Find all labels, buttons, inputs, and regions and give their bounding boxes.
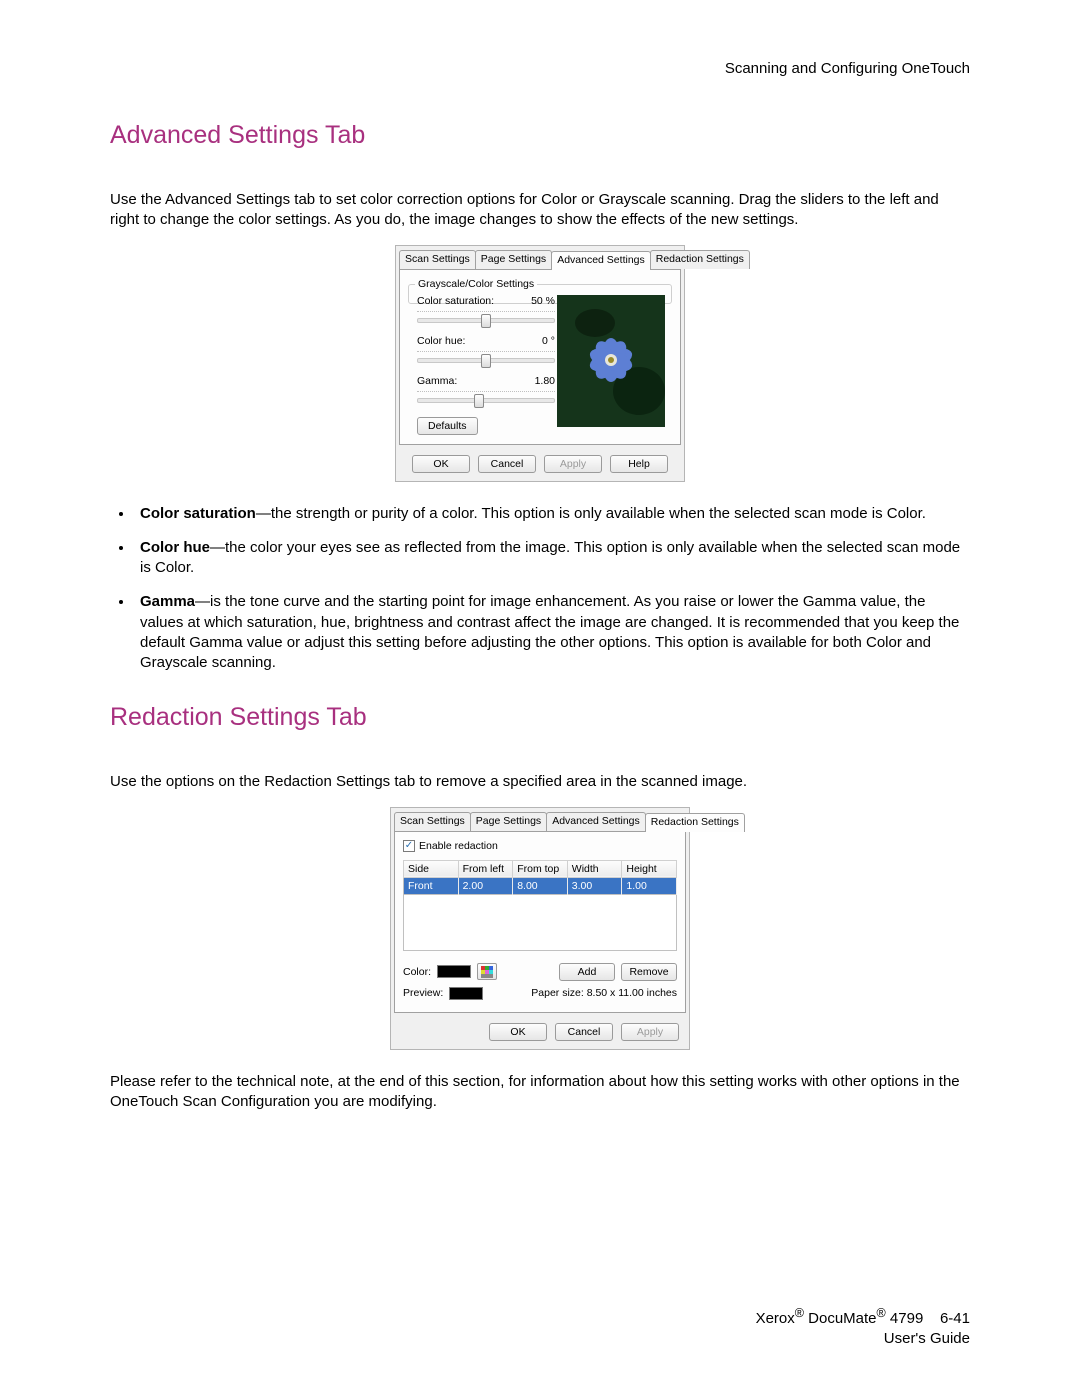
cancel-button[interactable]: Cancel bbox=[555, 1023, 613, 1041]
footer-model: DocuMate bbox=[804, 1310, 877, 1327]
col-from-left[interactable]: From left bbox=[458, 860, 513, 877]
tab-advanced-settings[interactable]: Advanced Settings bbox=[546, 812, 646, 831]
tab-redaction-settings[interactable]: Redaction Settings bbox=[650, 250, 750, 269]
color-picker-button[interactable] bbox=[477, 963, 497, 980]
cell-height: 1.00 bbox=[622, 877, 677, 894]
palette-icon bbox=[481, 966, 493, 978]
advanced-bullets: Color saturation—the strength or purity … bbox=[134, 504, 970, 674]
enable-redaction-checkbox[interactable]: ✓ bbox=[403, 840, 415, 852]
add-button[interactable]: Add bbox=[559, 963, 615, 981]
bullet-text: —is the tone curve and the starting poin… bbox=[140, 593, 959, 671]
sliders-column: Color saturation: 50 % Color hue: 0 ° bbox=[417, 295, 555, 435]
color-label: Color: bbox=[403, 966, 431, 978]
slider-label: Color hue: bbox=[417, 335, 465, 347]
tab-page-settings[interactable]: Page Settings bbox=[470, 812, 547, 831]
help-button[interactable]: Help bbox=[610, 455, 668, 473]
dialog-buttons: OK Cancel Apply Help bbox=[396, 451, 684, 481]
cell-from-left: 2.00 bbox=[458, 877, 513, 894]
col-width[interactable]: Width bbox=[567, 860, 622, 877]
intro-redaction: Use the options on the Redaction Setting… bbox=[110, 772, 970, 792]
slider-track[interactable] bbox=[417, 311, 555, 323]
table-empty-area bbox=[403, 895, 677, 951]
slider-value: 1.80 bbox=[535, 375, 555, 387]
tab-redaction-settings[interactable]: Redaction Settings bbox=[645, 813, 745, 832]
advanced-settings-dialog: Scan Settings Page Settings Advanced Set… bbox=[395, 245, 685, 482]
figure-redaction-dialog: Scan Settings Page Settings Advanced Set… bbox=[110, 807, 970, 1050]
bullet-term: Gamma bbox=[140, 593, 195, 610]
bullet-term: Color hue bbox=[140, 539, 210, 556]
ok-button[interactable]: OK bbox=[412, 455, 470, 473]
color-row: Color: Add Remove bbox=[403, 963, 677, 981]
tab-body: Grayscale/Color Settings Color saturatio… bbox=[399, 269, 681, 445]
list-item: Gamma—is the tone curve and the starting… bbox=[134, 592, 970, 673]
footer-brand: Xerox bbox=[756, 1310, 795, 1327]
heading-redaction-settings: Redaction Settings Tab bbox=[110, 703, 970, 732]
tabs-row: Scan Settings Page Settings Advanced Set… bbox=[391, 808, 689, 831]
intro-advanced: Use the Advanced Settings tab to set col… bbox=[110, 190, 970, 231]
cell-side: Front bbox=[404, 877, 459, 894]
grayscale-color-group: Grayscale/Color Settings Color saturatio… bbox=[408, 284, 672, 304]
col-height[interactable]: Height bbox=[622, 860, 677, 877]
cell-from-top: 8.00 bbox=[513, 877, 568, 894]
heading-advanced-settings: Advanced Settings Tab bbox=[110, 121, 970, 150]
slider-value: 50 % bbox=[531, 295, 555, 307]
page-footer: Xerox® DocuMate® 4799 6-41 User's Guide bbox=[756, 1305, 970, 1350]
slider-track[interactable] bbox=[417, 351, 555, 363]
table-row[interactable]: Front 2.00 8.00 3.00 1.00 bbox=[404, 877, 677, 894]
closing-paragraph: Please refer to the technical note, at t… bbox=[110, 1072, 970, 1113]
bullet-term: Color saturation bbox=[140, 505, 256, 522]
footer-line2: User's Guide bbox=[756, 1329, 970, 1349]
slider-value: 0 ° bbox=[542, 335, 555, 347]
preview-image bbox=[557, 295, 665, 427]
tabs-row: Scan Settings Page Settings Advanced Set… bbox=[396, 246, 684, 269]
cancel-button[interactable]: Cancel bbox=[478, 455, 536, 473]
slider-hue: Color hue: 0 ° bbox=[417, 335, 555, 363]
enable-redaction-row: ✓ Enable redaction bbox=[403, 840, 677, 852]
tab-page-settings[interactable]: Page Settings bbox=[475, 250, 552, 269]
list-item: Color hue—the color your eyes see as ref… bbox=[134, 538, 970, 579]
slider-label: Color saturation: bbox=[417, 295, 494, 307]
slider-gamma: Gamma: 1.80 bbox=[417, 375, 555, 403]
slider-track[interactable] bbox=[417, 391, 555, 403]
col-from-top[interactable]: From top bbox=[513, 860, 568, 877]
slider-label: Gamma: bbox=[417, 375, 457, 387]
paper-size-label: Paper size: 8.50 x 11.00 inches bbox=[531, 987, 677, 999]
redaction-settings-dialog: Scan Settings Page Settings Advanced Set… bbox=[390, 807, 690, 1050]
redaction-table: Side From left From top Width Height Fro… bbox=[403, 860, 677, 895]
preview-swatch bbox=[449, 987, 483, 1000]
enable-redaction-label: Enable redaction bbox=[419, 840, 498, 852]
footer-num: 4799 bbox=[886, 1310, 924, 1327]
bullet-text: —the strength or purity of a color. This… bbox=[256, 505, 926, 522]
slider-saturation: Color saturation: 50 % bbox=[417, 295, 555, 323]
tab-advanced-settings[interactable]: Advanced Settings bbox=[551, 251, 651, 270]
tab-scan-settings[interactable]: Scan Settings bbox=[399, 250, 476, 269]
defaults-button[interactable]: Defaults bbox=[417, 417, 478, 435]
group-title: Grayscale/Color Settings bbox=[415, 278, 537, 290]
slider-thumb[interactable] bbox=[474, 394, 484, 408]
slider-thumb[interactable] bbox=[481, 314, 491, 328]
tab-scan-settings[interactable]: Scan Settings bbox=[394, 812, 471, 831]
cell-width: 3.00 bbox=[567, 877, 622, 894]
bullet-text: —the color your eyes see as reflected fr… bbox=[140, 539, 960, 576]
preview-label: Preview: bbox=[403, 987, 443, 999]
apply-button[interactable]: Apply bbox=[544, 455, 602, 473]
remove-button[interactable]: Remove bbox=[621, 963, 677, 981]
color-swatch bbox=[437, 965, 471, 978]
apply-button[interactable]: Apply bbox=[621, 1023, 679, 1041]
page-header-right: Scanning and Configuring OneTouch bbox=[110, 60, 970, 77]
ok-button[interactable]: OK bbox=[489, 1023, 547, 1041]
preview-row: Preview: Paper size: 8.50 x 11.00 inches bbox=[403, 987, 677, 1000]
col-side[interactable]: Side bbox=[404, 860, 459, 877]
slider-thumb[interactable] bbox=[481, 354, 491, 368]
list-item: Color saturation—the strength or purity … bbox=[134, 504, 970, 524]
page-number: 6-41 bbox=[940, 1310, 970, 1327]
tab-body: ✓ Enable redaction Side From left From t… bbox=[394, 831, 686, 1013]
dialog-buttons: OK Cancel Apply bbox=[391, 1019, 689, 1049]
figure-advanced-dialog: Scan Settings Page Settings Advanced Set… bbox=[110, 245, 970, 482]
